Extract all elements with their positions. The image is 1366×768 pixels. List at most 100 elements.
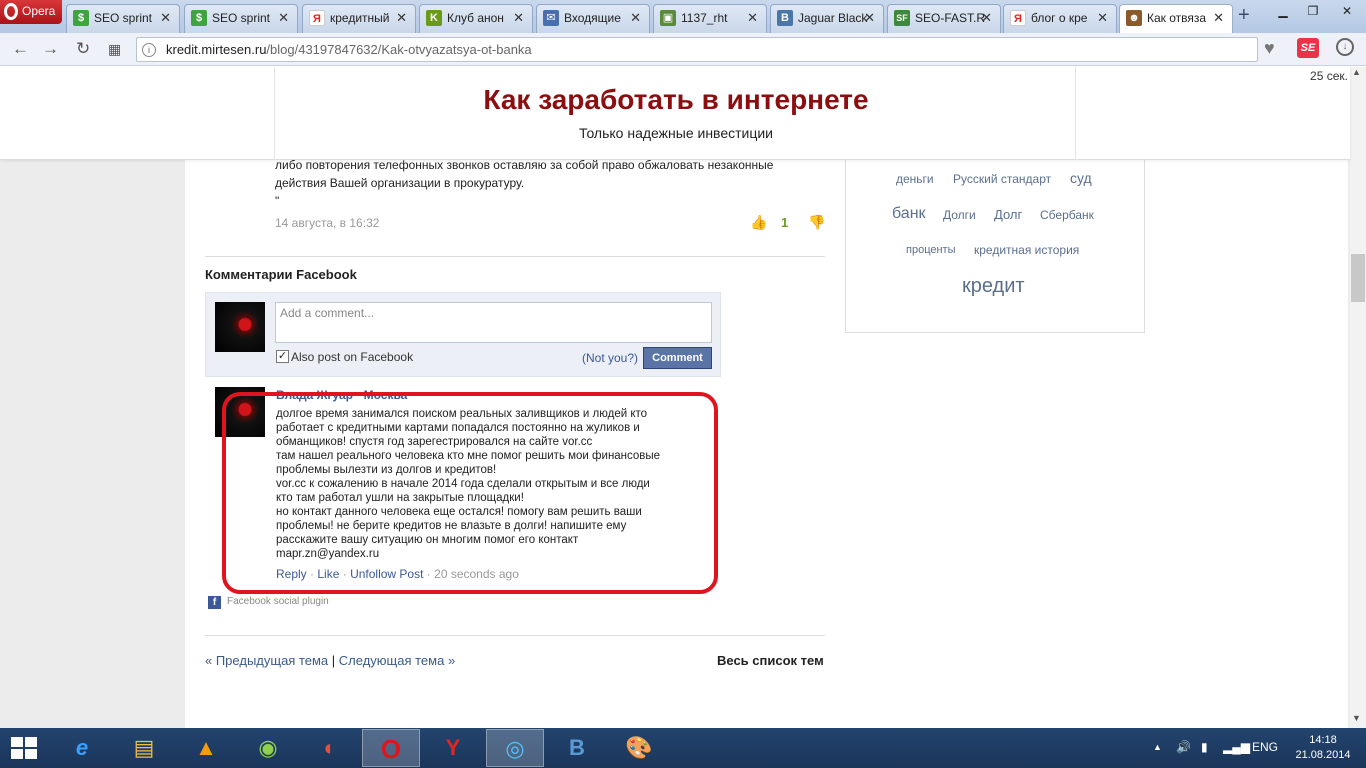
new-tab-button[interactable]: + [1238, 4, 1250, 27]
tab-title: 1137_rht [681, 11, 728, 25]
show-hidden-icons[interactable]: ▲ [1153, 742, 1162, 752]
avast-icon[interactable]: ▲ [177, 729, 235, 767]
explorer-icon[interactable]: ▤ [115, 729, 173, 767]
club-icon: K [426, 10, 442, 26]
tab-title: блог о кре [1031, 11, 1088, 25]
close-icon[interactable]: ✕ [864, 10, 875, 26]
speed-dial-icon[interactable]: ▦ [108, 41, 121, 58]
tab-title: SEO sprint [94, 11, 153, 25]
vk-icon[interactable]: B [548, 729, 606, 767]
image-icon: ▣ [660, 10, 676, 26]
comment-date: 14 августа, в 16:32 [275, 216, 380, 230]
tab-title: Клуб анон [447, 11, 504, 25]
comment-button[interactable]: Comment [643, 347, 712, 369]
heart-icon[interactable]: ♥ [1264, 38, 1275, 59]
tag-link[interactable]: Сбербанк [1040, 208, 1094, 222]
also-post-checkbox[interactable]: ✓ [276, 350, 289, 363]
tag-link[interactable]: Долг [994, 207, 1022, 222]
seosprint-icon: $ [73, 10, 89, 26]
clock-time: 14:18 [1309, 734, 1337, 746]
chrome-icon[interactable]: ◐ [301, 729, 359, 767]
seosprint-icon: $ [191, 10, 207, 26]
tab-jaguar[interactable]: B Jaguar Black ✕ [770, 4, 884, 33]
url-text: kredit.mirtesen.ru/blog/43197847632/Kak-… [166, 42, 532, 57]
prev-topic-link[interactable]: « Предыдущая тема [205, 653, 328, 668]
not-you-link[interactable]: (Not you?) [582, 351, 638, 365]
close-icon[interactable]: ✕ [513, 10, 524, 26]
opera-menu-button[interactable]: Opera [0, 0, 62, 24]
comment-input[interactable]: Add a comment... [275, 302, 712, 343]
opera-menu-label: Opera [22, 4, 56, 18]
clock[interactable]: 14:18 21.08.2014 [1290, 733, 1356, 763]
tag-link[interactable]: кредит [962, 275, 1025, 298]
tab-inbox[interactable]: ✉ Входящие ✕ [536, 4, 650, 33]
thumbs-up-icon[interactable]: 👍 [750, 214, 767, 231]
tab-seosprint-1[interactable]: $ SEO sprint ✕ [66, 4, 180, 33]
scroll-down-icon[interactable]: ▼ [1352, 713, 1361, 723]
torrent-icon[interactable]: ◉ [239, 729, 297, 767]
all-topics-link[interactable]: Весь список тем [717, 653, 824, 668]
tag-link[interactable]: банк [892, 205, 926, 223]
tag-link[interactable]: Долги [943, 208, 976, 222]
close-icon[interactable]: ✕ [278, 10, 289, 26]
language-indicator[interactable]: ENG [1252, 740, 1278, 754]
facebook-comment-form: Add a comment... ✓ Also post on Facebook… [205, 292, 721, 377]
tab-title: Jaguar Black [798, 11, 868, 25]
close-icon[interactable]: ✕ [630, 10, 641, 26]
tab-blog[interactable]: Я блог о кре ✕ [1003, 4, 1117, 33]
close-icon[interactable]: ✕ [747, 10, 758, 26]
download-icon[interactable]: ↓ [1336, 38, 1354, 56]
divider [205, 635, 825, 636]
forward-icon[interactable]: → [42, 39, 59, 59]
yandex-browser-icon[interactable]: Y [424, 729, 482, 767]
close-icon[interactable]: ✕ [1213, 10, 1224, 26]
scrollbar[interactable] [1350, 67, 1366, 728]
tab-image[interactable]: ▣ 1137_rht ✕ [653, 4, 767, 33]
tab-club[interactable]: K Клуб анон ✕ [419, 4, 533, 33]
divider [205, 256, 825, 257]
site-title[interactable]: Как заработать в интернете [275, 84, 1077, 116]
opera-icon[interactable]: O [362, 729, 420, 767]
back-icon[interactable]: ← [12, 39, 29, 59]
close-icon[interactable]: ✕ [396, 10, 407, 26]
media-icon[interactable]: ◎ [486, 729, 544, 767]
network-icon[interactable]: ▂▄▆ [1223, 740, 1250, 754]
scrollbar-thumb[interactable] [1351, 254, 1365, 302]
battery-icon[interactable]: ▮ [1201, 740, 1208, 754]
minimize-button[interactable]: ▁ [1268, 0, 1298, 22]
close-icon[interactable]: ✕ [981, 10, 992, 26]
facebook-comments-heading: Комментарии Facebook [205, 267, 357, 282]
thumbs-down-icon[interactable]: 👎 [808, 214, 825, 231]
start-icon[interactable] [11, 737, 37, 759]
reload-icon[interactable]: ↻ [76, 39, 90, 59]
ie-icon[interactable]: e [53, 729, 111, 767]
tab-kreditny[interactable]: Я кредитный ✕ [302, 4, 416, 33]
paint-icon[interactable]: 🎨 [610, 729, 668, 767]
tab-seosprint-2[interactable]: $ SEO sprint ✕ [184, 4, 298, 33]
tag-link[interactable]: деньги [896, 172, 934, 186]
volume-icon[interactable]: 🔊 [1176, 740, 1191, 754]
avatar[interactable] [215, 302, 265, 352]
close-icon[interactable]: ✕ [1097, 10, 1108, 26]
scroll-up-icon[interactable]: ▲ [1352, 67, 1361, 77]
seo-extension-icon[interactable]: SE [1297, 38, 1319, 58]
topic-nav: « Предыдущая тема | Следующая тема » [205, 653, 456, 668]
site-info-icon[interactable]: i [142, 43, 156, 57]
tag-link[interactable]: кредитная история [974, 243, 1079, 257]
timer-label: 25 сек. [1310, 69, 1348, 83]
tag-link[interactable]: Русский стандарт [953, 172, 1051, 186]
url-path: /blog/43197847632/Kak-otvyazatsya-ot-ban… [266, 42, 532, 57]
tag-link[interactable]: проценты [906, 244, 956, 256]
opera-logo-icon [4, 3, 18, 20]
tab-active-kak-otvyazatsya[interactable]: ☻ Как отвяза ✕ [1119, 4, 1233, 34]
close-window-button[interactable]: ✕ [1328, 0, 1366, 22]
tab-seofast[interactable]: SF SEO-FAST.R ✕ [887, 4, 1001, 33]
facebook-plugin-label[interactable]: Facebook social plugin [227, 596, 329, 607]
tab-title: кредитный [330, 11, 390, 25]
tag-link[interactable]: суд [1070, 170, 1092, 186]
address-bar[interactable]: i kredit.mirtesen.ru/blog/43197847632/Ka… [136, 37, 1258, 62]
close-icon[interactable]: ✕ [160, 10, 171, 26]
restore-button[interactable]: ❐ [1298, 0, 1328, 22]
next-topic-link[interactable]: Следующая тема » [339, 653, 455, 668]
yandex-icon: Я [1010, 10, 1026, 26]
